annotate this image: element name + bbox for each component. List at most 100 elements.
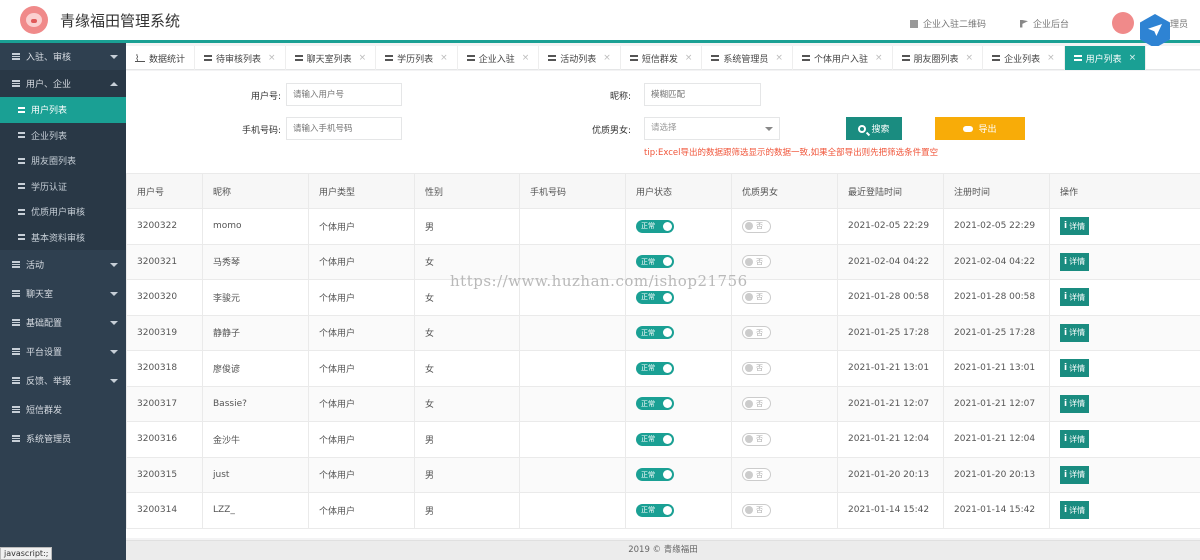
quality-toggle[interactable]: 否 xyxy=(742,432,771,446)
search-button[interactable]: 搜索 xyxy=(846,117,902,140)
detail-button[interactable]: i 详情 xyxy=(1060,323,1090,342)
tab-enterprise-entry[interactable]: 企业入驻 × xyxy=(458,46,540,70)
column-header: 操作 xyxy=(1049,173,1200,209)
detail-button[interactable]: i 详情 xyxy=(1060,465,1090,484)
user-id-input[interactable] xyxy=(286,83,402,106)
column-header[interactable]: 昵称 xyxy=(202,173,309,209)
list-icon xyxy=(385,55,394,61)
status-toggle[interactable]: 正常 xyxy=(636,397,674,411)
cell-phone xyxy=(519,456,626,493)
status-toggle[interactable]: 正常 xyxy=(636,361,674,375)
tab-data-stats[interactable]: ⌇ 数据统计 xyxy=(126,46,196,70)
cell-nickname: LZZ_ xyxy=(202,492,309,529)
sidebar-group-basic-config[interactable]: 基础配置 xyxy=(0,308,126,337)
sidebar-item-quality-review[interactable]: 优质用户审核 xyxy=(0,199,126,225)
status-toggle[interactable]: 正常 xyxy=(636,468,674,482)
detail-button[interactable]: i 详情 xyxy=(1060,217,1090,236)
status-toggle[interactable]: 正常 xyxy=(636,219,674,233)
column-header[interactable]: 用户号 xyxy=(126,173,203,209)
sidebar-item-user-list[interactable]: 用户列表 xyxy=(0,97,126,123)
detail-button[interactable]: i 详情 xyxy=(1060,252,1090,271)
detail-button[interactable]: i 详情 xyxy=(1060,359,1090,378)
column-header[interactable]: 优质男女 xyxy=(731,173,838,209)
close-icon[interactable]: × xyxy=(685,53,693,63)
enterprise-qrcode-link[interactable]: 企业入驻二维码 xyxy=(910,17,986,30)
close-icon[interactable]: × xyxy=(1047,53,1055,63)
tab-user-list[interactable]: 用户列表 × xyxy=(1064,46,1147,70)
export-button[interactable]: 导出 xyxy=(935,117,1025,140)
close-icon[interactable]: × xyxy=(522,53,530,63)
cell-status: 正常 xyxy=(625,385,732,422)
detail-button[interactable]: i 详情 xyxy=(1060,430,1090,449)
sidebar-group-chatroom[interactable]: 聊天室 xyxy=(0,279,126,308)
quality-select[interactable]: 请选择 xyxy=(644,117,780,140)
cell-last-login: 2021-01-14 15:42 xyxy=(837,492,944,529)
cell-status: 正常 xyxy=(625,456,732,493)
status-toggle[interactable]: 正常 xyxy=(636,326,674,340)
tab-individual-entry[interactable]: 个体用户入驻 × xyxy=(793,46,893,70)
detail-button[interactable]: i 详情 xyxy=(1060,288,1090,307)
status-toggle[interactable]: 正常 xyxy=(636,503,674,517)
column-header[interactable]: 用户类型 xyxy=(308,173,415,209)
tab-activity-list[interactable]: 活动列表 × xyxy=(539,46,621,70)
tab-education-list[interactable]: 学历列表 × xyxy=(376,46,458,70)
sidebar-group-activity[interactable]: 活动 xyxy=(0,250,126,279)
tab-pending-review[interactable]: 待审核列表 × xyxy=(195,46,286,70)
enterprise-backend-link[interactable]: 企业后台 xyxy=(1020,17,1069,30)
column-header[interactable]: 最近登陆时间 xyxy=(837,173,944,209)
status-toggle[interactable]: 正常 xyxy=(636,255,674,269)
quality-toggle[interactable]: 否 xyxy=(742,468,771,482)
quality-toggle[interactable]: 否 xyxy=(742,397,771,411)
cell-phone xyxy=(519,314,626,351)
tab-sms-broadcast[interactable]: 短信群发 × xyxy=(621,46,703,70)
detail-button[interactable]: i 详情 xyxy=(1060,394,1090,413)
tab-chatroom-list[interactable]: 聊天室列表 × xyxy=(286,46,377,70)
info-icon: i xyxy=(1064,469,1068,480)
column-header[interactable]: 性别 xyxy=(414,173,520,209)
status-toggle[interactable]: 正常 xyxy=(636,290,674,304)
info-icon: i xyxy=(1064,256,1068,267)
tab-moments-list[interactable]: 朋友圈列表 × xyxy=(893,46,984,70)
column-header[interactable]: 注册时间 xyxy=(943,173,1050,209)
close-icon[interactable]: × xyxy=(268,53,276,63)
quality-toggle[interactable]: 否 xyxy=(742,503,771,517)
cell-phone xyxy=(519,350,626,387)
avatar[interactable] xyxy=(1112,12,1134,34)
close-icon[interactable]: × xyxy=(1129,53,1137,63)
status-toggle[interactable]: 正常 xyxy=(636,432,674,446)
close-icon[interactable]: × xyxy=(775,53,783,63)
sidebar-group-platform-settings[interactable]: 平台设置 xyxy=(0,337,126,366)
sidebar-item-profile-review[interactable]: 基本资料审核 xyxy=(0,224,126,250)
search-icon xyxy=(858,124,867,133)
detail-button[interactable]: i 详情 xyxy=(1060,501,1090,520)
tab-system-admin[interactable]: 系统管理员 × xyxy=(702,46,793,70)
sidebar-item-moments-list[interactable]: 朋友圈列表 xyxy=(0,148,126,174)
close-icon[interactable]: × xyxy=(440,53,448,63)
sidebar-group-users-enterprises[interactable]: 用户、企业 xyxy=(0,70,126,97)
user-name[interactable]: 理员 xyxy=(1170,17,1188,30)
sidebar-item-education-cert[interactable]: 学历认证 xyxy=(0,173,126,199)
quality-toggle[interactable]: 否 xyxy=(742,255,771,269)
sidebar-item-enterprise-list[interactable]: 企业列表 xyxy=(0,122,126,148)
close-icon[interactable]: × xyxy=(875,53,883,63)
pulse-icon: ⌇ xyxy=(135,54,145,64)
close-icon[interactable]: × xyxy=(359,53,367,63)
sidebar-group-entry-review[interactable]: 入驻、审核 xyxy=(0,43,126,70)
phone-input[interactable] xyxy=(286,117,402,140)
close-icon[interactable]: × xyxy=(966,53,974,63)
sidebar-group-feedback-report[interactable]: 反馈、举报 xyxy=(0,366,126,395)
quality-toggle[interactable]: 否 xyxy=(742,326,771,340)
table-row: 3200314 LZZ_ 个体用户男 正常 否 2021-01-14 15:42 2021-… xyxy=(126,492,1200,529)
quality-toggle[interactable]: 否 xyxy=(742,361,771,375)
column-header[interactable]: 用户状态 xyxy=(625,173,732,209)
column-header[interactable]: 手机号码 xyxy=(519,173,626,209)
list-icon xyxy=(548,55,557,61)
quality-toggle[interactable]: 否 xyxy=(742,219,771,233)
quality-toggle[interactable]: 否 xyxy=(742,290,771,304)
close-icon[interactable]: × xyxy=(603,53,611,63)
sidebar-group-sms-broadcast[interactable]: 短信群发 xyxy=(0,395,126,424)
tab-enterprise-list[interactable]: 企业列表 × xyxy=(983,46,1065,70)
cell-status: 正常 xyxy=(625,208,732,245)
nickname-input[interactable] xyxy=(644,83,761,106)
sidebar-group-system-admin[interactable]: 系统管理员 xyxy=(0,424,126,453)
